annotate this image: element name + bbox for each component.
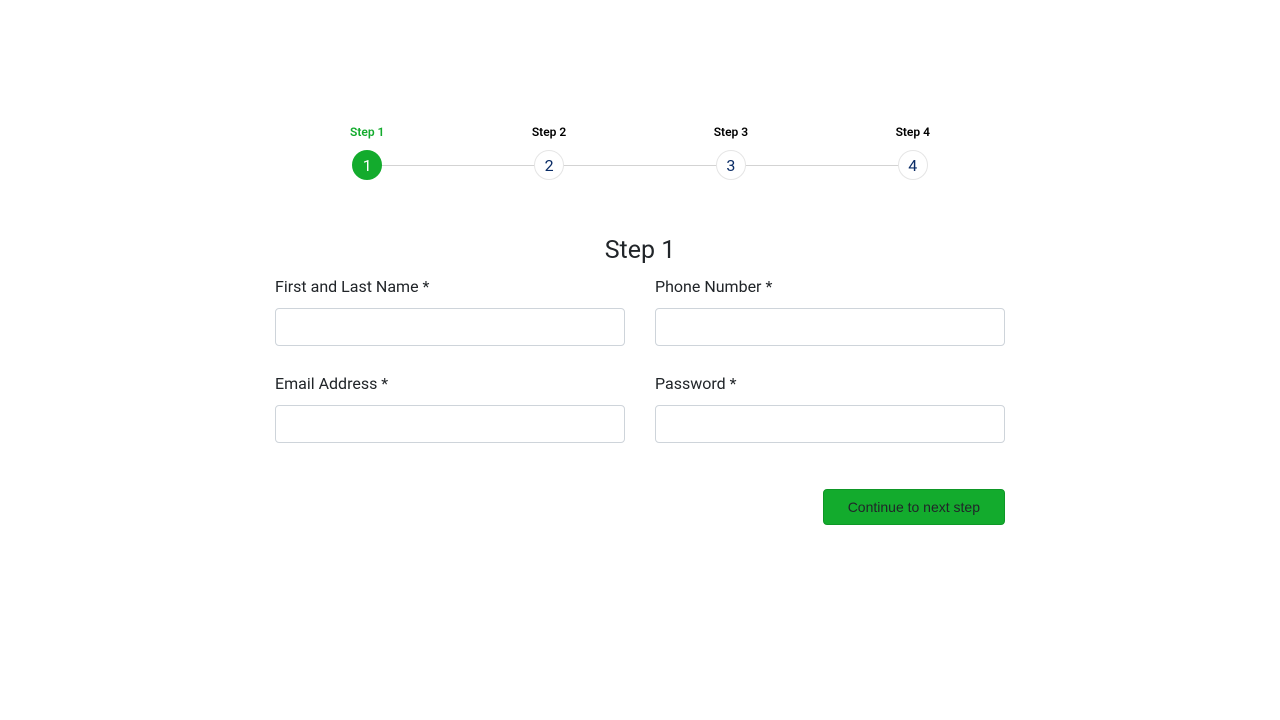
field-phone: Phone Number * — [655, 277, 1005, 346]
password-input[interactable] — [655, 405, 1005, 443]
stepper: Step 1 1 Step 2 2 Step 3 3 Step 4 4 — [350, 125, 930, 180]
step-label: Step 3 — [714, 125, 748, 139]
step-circle: 1 — [352, 150, 382, 180]
field-label: Phone Number * — [655, 277, 1005, 296]
phone-input[interactable] — [655, 308, 1005, 346]
step-circle: 4 — [898, 150, 928, 180]
page-heading: Step 1 — [275, 236, 1005, 265]
step-label: Step 2 — [532, 125, 566, 139]
continue-button[interactable]: Continue to next step — [823, 489, 1005, 525]
step-4[interactable]: Step 4 4 — [896, 125, 930, 180]
stepper-line — [365, 165, 915, 166]
name-input[interactable] — [275, 308, 625, 346]
field-label: First and Last Name * — [275, 277, 625, 296]
step-circle: 3 — [716, 150, 746, 180]
field-name: First and Last Name * — [275, 277, 625, 346]
field-email: Email Address * — [275, 374, 625, 443]
step-circle: 2 — [534, 150, 564, 180]
field-password: Password * — [655, 374, 1005, 443]
step-label: Step 4 — [896, 125, 930, 139]
step-1[interactable]: Step 1 1 — [350, 125, 384, 180]
actions: Continue to next step — [275, 489, 1005, 525]
email-input[interactable] — [275, 405, 625, 443]
step-2[interactable]: Step 2 2 — [532, 125, 566, 180]
form: First and Last Name * Phone Number * Ema… — [275, 277, 1005, 443]
field-label: Email Address * — [275, 374, 625, 393]
step-3[interactable]: Step 3 3 — [714, 125, 748, 180]
field-label: Password * — [655, 374, 1005, 393]
step-label: Step 1 — [350, 125, 384, 139]
